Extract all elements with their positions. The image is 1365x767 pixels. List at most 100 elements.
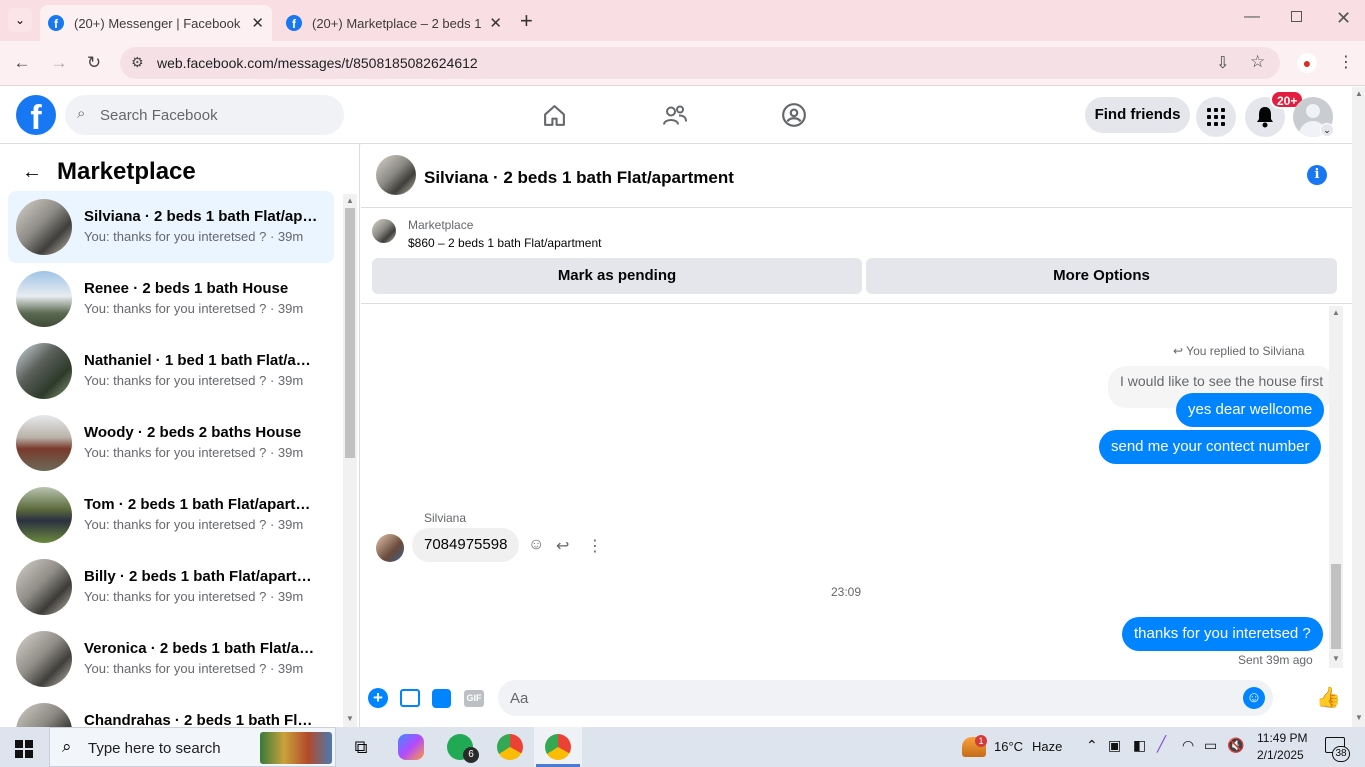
- tab-marketplace[interactable]: f (20+) Marketplace – 2 beds 1 b ✕: [278, 5, 510, 41]
- battery-icon[interactable]: ▭: [1204, 737, 1217, 754]
- conversation-item[interactable]: Billy · 2 beds 1 bath Flat/apartm... You…: [8, 551, 334, 623]
- plus-icon[interactable]: +: [368, 688, 388, 708]
- chrome-icon[interactable]: [497, 734, 523, 760]
- outgoing-message[interactable]: thanks for you interetsed ?: [1122, 617, 1323, 651]
- close-tab-icon[interactable]: ✕: [489, 14, 502, 32]
- close-tab-icon[interactable]: ✕: [251, 14, 264, 32]
- url-box[interactable]: ⚙ web.facebook.com/messages/t/8508185082…: [120, 47, 1280, 79]
- weather-condition[interactable]: Haze: [1032, 739, 1062, 754]
- facebook-favicon-icon: f: [48, 15, 64, 31]
- profile-icon[interactable]: ●: [1297, 53, 1317, 73]
- chat-scrollbar[interactable]: ▲ ▼: [1329, 306, 1343, 668]
- back-arrow-icon[interactable]: ←: [22, 161, 42, 184]
- whatsapp-badge: 6: [463, 747, 479, 763]
- chrome-icon[interactable]: [545, 734, 571, 760]
- info-icon[interactable]: i: [1307, 165, 1327, 185]
- minimize-button[interactable]: —: [1244, 8, 1260, 26]
- conversation-preview: You: thanks for you interetsed ? · 39m: [84, 661, 304, 676]
- menu-button[interactable]: [1196, 97, 1236, 137]
- tray-camera-icon[interactable]: ◧: [1133, 737, 1146, 754]
- chat-title[interactable]: Silviana · 2 beds 1 bath Flat/apartment: [424, 168, 734, 188]
- conversation-item[interactable]: Renee · 2 beds 1 bath House You: thanks …: [8, 263, 334, 335]
- message-input[interactable]: Aa ☺: [498, 680, 1273, 716]
- conversation-item[interactable]: Silviana · 2 beds 1 bath Flat/apa... You…: [8, 191, 334, 263]
- close-window-button[interactable]: ✕: [1336, 8, 1351, 29]
- friends-icon[interactable]: [662, 103, 688, 128]
- windows-start-icon[interactable]: [15, 740, 33, 758]
- sender-name: Silviana: [424, 511, 467, 525]
- conversation-preview: You: thanks for you interetsed ? · 39m: [84, 229, 304, 244]
- clock-date[interactable]: 2/1/2025: [1257, 748, 1304, 762]
- conversation-preview: You: thanks for you interetsed ? · 39m: [84, 589, 304, 604]
- search-highlight-image: [260, 732, 332, 764]
- gif-icon[interactable]: GIF: [464, 690, 484, 707]
- conversation-item[interactable]: Veronica · 2 beds 1 bath Flat/ap... You:…: [8, 623, 334, 695]
- temperature[interactable]: 16°C: [994, 739, 1023, 754]
- reply-icon[interactable]: ↩: [556, 536, 569, 556]
- conversation-name: Veronica · 2 beds 1 bath Flat/ap...: [84, 640, 319, 657]
- conversation-item[interactable]: Nathaniel · 1 bed 1 bath Flat/apa... You…: [8, 335, 334, 407]
- account-chevron-icon[interactable]: ⌄: [1320, 123, 1334, 137]
- react-smiley-icon[interactable]: ☺: [528, 536, 544, 554]
- find-friends-button[interactable]: Find friends: [1085, 97, 1190, 133]
- url-text[interactable]: web.facebook.com/messages/t/850818508262…: [157, 55, 478, 71]
- task-view-icon[interactable]: ⧉: [348, 734, 374, 760]
- groups-icon[interactable]: [781, 102, 807, 128]
- more-options-button[interactable]: More Options: [866, 258, 1337, 294]
- scrollbar-thumb[interactable]: [1331, 564, 1341, 649]
- clock-time[interactable]: 11:49 PM: [1257, 731, 1307, 745]
- listing-label: Marketplace: [408, 218, 474, 232]
- browser-menu-icon[interactable]: ⋮: [1338, 52, 1354, 72]
- bookmark-star-icon[interactable]: ☆: [1250, 52, 1265, 72]
- copilot-icon[interactable]: [398, 734, 424, 760]
- new-tab-button[interactable]: +: [520, 8, 533, 34]
- wifi-icon[interactable]: ◠: [1182, 737, 1194, 754]
- tab-messenger[interactable]: f (20+) Messenger | Facebook ✕: [40, 5, 272, 41]
- search-icon: ⌕: [77, 105, 86, 122]
- restore-button[interactable]: [1291, 11, 1302, 22]
- like-thumb-icon[interactable]: 👍: [1316, 685, 1341, 710]
- listing-photo: [16, 487, 72, 543]
- photo-icon[interactable]: [400, 689, 420, 707]
- sender-avatar[interactable]: [376, 534, 404, 562]
- conversation-item[interactable]: Chandrahas · 2 beds 1 bath Flat/...: [8, 695, 334, 727]
- outgoing-message[interactable]: yes dear wellcome: [1176, 393, 1325, 427]
- emoji-icon[interactable]: ☺: [1243, 687, 1265, 709]
- conversation-list-scrollbar[interactable]: ▲ ▼: [343, 194, 357, 727]
- reload-icon[interactable]: ↻: [83, 52, 105, 74]
- conversation-preview: You: thanks for you interetsed ? · 39m: [84, 301, 304, 316]
- listing-photo: [16, 415, 72, 471]
- chat-avatar[interactable]: [376, 155, 416, 195]
- taskbar-search-box[interactable]: ⌕ Type here to search: [49, 727, 336, 767]
- back-arrow-icon[interactable]: ←: [11, 52, 33, 74]
- site-info-icon[interactable]: ⚙: [131, 54, 144, 71]
- message-placeholder: Aa: [510, 690, 529, 707]
- browser-tab-bar: ⌄ f (20+) Messenger | Facebook ✕ f (20+)…: [0, 0, 1365, 41]
- conversation-name: Billy · 2 beds 1 bath Flat/apartm...: [84, 568, 319, 585]
- show-hidden-icons-icon[interactable]: ⌃: [1086, 737, 1098, 754]
- home-icon[interactable]: [542, 103, 567, 128]
- tray-app-icon[interactable]: ▣: [1108, 737, 1121, 754]
- listing-thumbnail: [372, 219, 396, 243]
- listing-detail[interactable]: $860 – 2 beds 1 bath Flat/apartment: [408, 236, 601, 250]
- incoming-message[interactable]: 7084975598: [412, 528, 520, 562]
- sticker-icon[interactable]: [432, 689, 451, 708]
- mark-as-pending-button[interactable]: Mark as pending: [372, 258, 862, 294]
- chat-header: Silviana · 2 beds 1 bath Flat/apartment …: [361, 144, 1352, 208]
- conversation-item[interactable]: Woody · 2 beds 2 baths House You: thanks…: [8, 407, 334, 479]
- search-facebook-input[interactable]: ⌕ Search Facebook: [65, 95, 344, 135]
- page-scrollbar[interactable]: ▲ ▼: [1352, 87, 1365, 727]
- tab-search-chevron-icon[interactable]: ⌄: [8, 8, 32, 32]
- forward-arrow-icon[interactable]: →: [48, 52, 70, 74]
- volume-muted-icon[interactable]: 🔇: [1227, 737, 1244, 754]
- conversation-preview: You: thanks for you interetsed ? · 39m: [84, 517, 304, 532]
- replied-to-text: You replied to Silviana: [1186, 344, 1305, 358]
- more-actions-icon[interactable]: ⋮: [587, 536, 603, 556]
- conversation-preview: You: thanks for you interetsed ? · 39m: [84, 445, 304, 460]
- scrollbar-thumb[interactable]: [345, 208, 355, 458]
- tray-pen-icon[interactable]: ╱: [1157, 735, 1166, 753]
- outgoing-message[interactable]: send me your contect number: [1099, 430, 1322, 464]
- facebook-logo-icon[interactable]: f: [16, 95, 56, 135]
- conversation-item[interactable]: Tom · 2 beds 1 bath Flat/apartm... You: …: [8, 479, 334, 551]
- install-app-icon[interactable]: ⇩: [1216, 53, 1229, 73]
